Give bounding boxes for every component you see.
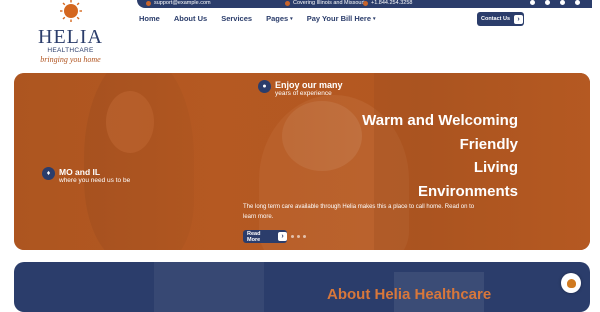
nav-label[interactable]: Pages [266, 14, 288, 23]
phone-info[interactable]: +1.844.254.3258 [363, 0, 412, 7]
main-nav: Home About Us Services Pages ▾ Pay Your B… [139, 14, 390, 23]
slider-dot[interactable] [291, 235, 294, 238]
contact-button[interactable]: Contact Us › [477, 12, 524, 26]
headline-line: Living [473, 159, 518, 176]
social-links [530, 0, 580, 5]
nav-label[interactable]: Services [221, 14, 252, 23]
nav-label[interactable]: Pay Your Bill Here [307, 14, 371, 23]
phone-icon [363, 1, 368, 6]
hero-banner: ● Enjoy our many years of experience ♦ M… [14, 73, 590, 250]
email-text[interactable]: support@example.com [154, 0, 211, 7]
pinterest-icon[interactable] [575, 0, 580, 5]
brand-subtitle: HEALTHCARE [47, 47, 94, 54]
medal-icon: ♦ [42, 167, 55, 180]
experience-subtitle: years of experience [275, 90, 332, 97]
top-info-bar: support@example.com Covering Illinois an… [137, 0, 592, 8]
experience-title: Enjoy our many [275, 80, 343, 90]
chevron-down-icon[interactable]: ▾ [373, 16, 376, 22]
slider-dot[interactable] [303, 235, 306, 238]
hero-headline: Warm and Welcoming Friendly Living Envir… [362, 109, 518, 203]
site-logo[interactable]: HELIA HEALTHCARE bringing you home [28, 0, 113, 72]
read-more-label[interactable]: Read More [247, 231, 275, 243]
email-info[interactable]: support@example.com [146, 0, 211, 7]
location-pin-icon [285, 1, 290, 6]
accessibility-button[interactable] [561, 273, 581, 293]
nav-item-pay-bill[interactable]: Pay Your Bill Here ▾ [307, 14, 376, 23]
headline-line: Environments [417, 182, 518, 200]
experience-callout: ● Enjoy our many years of experience [258, 80, 343, 97]
email-icon [146, 1, 151, 6]
nav-item-services[interactable]: Services [221, 14, 252, 23]
contact-label[interactable]: Contact Us [481, 16, 510, 22]
brand-tagline: bringing you home [40, 55, 101, 64]
facebook-icon[interactable] [530, 0, 535, 5]
about-title: About Helia Healthcare [327, 286, 492, 303]
phone-text[interactable]: +1.844.254.3258 [371, 0, 412, 7]
slider-dots[interactable] [291, 235, 306, 238]
about-section: About Helia Healthcare [14, 262, 590, 312]
accessibility-icon [566, 278, 576, 288]
location-info: Covering Illinois and Missouri [285, 0, 365, 7]
brand-name: HELIA [38, 26, 103, 48]
chevron-down-icon[interactable]: ▾ [290, 16, 293, 22]
nav-label[interactable]: Home [139, 14, 160, 23]
nav-item-pages[interactable]: Pages ▾ [266, 14, 293, 23]
sun-icon [59, 0, 82, 22]
nav-item-home[interactable]: Home [139, 14, 160, 23]
arrow-right-icon[interactable]: › [278, 232, 287, 241]
instagram-icon[interactable] [560, 0, 565, 5]
headline-line: Friendly [459, 135, 518, 153]
slider-dot[interactable] [297, 235, 300, 238]
nav-item-about[interactable]: About Us [174, 14, 207, 23]
location-callout: ♦ MO and IL where you need us to be [42, 167, 130, 184]
user-icon: ● [258, 80, 271, 93]
hero-description: The long term care available through Hel… [243, 204, 475, 220]
x-icon[interactable] [545, 0, 550, 5]
arrow-right-icon[interactable]: › [514, 14, 524, 24]
location-subtitle: where you need us to be [59, 177, 131, 184]
headline-line: Warm and Welcoming [362, 112, 518, 129]
location-title: MO and IL [59, 167, 101, 177]
location-text: Covering Illinois and Missouri [293, 0, 365, 6]
nav-label[interactable]: About Us [174, 14, 207, 23]
read-more-button[interactable]: Read More › [243, 230, 287, 243]
about-background-shape [154, 262, 264, 312]
